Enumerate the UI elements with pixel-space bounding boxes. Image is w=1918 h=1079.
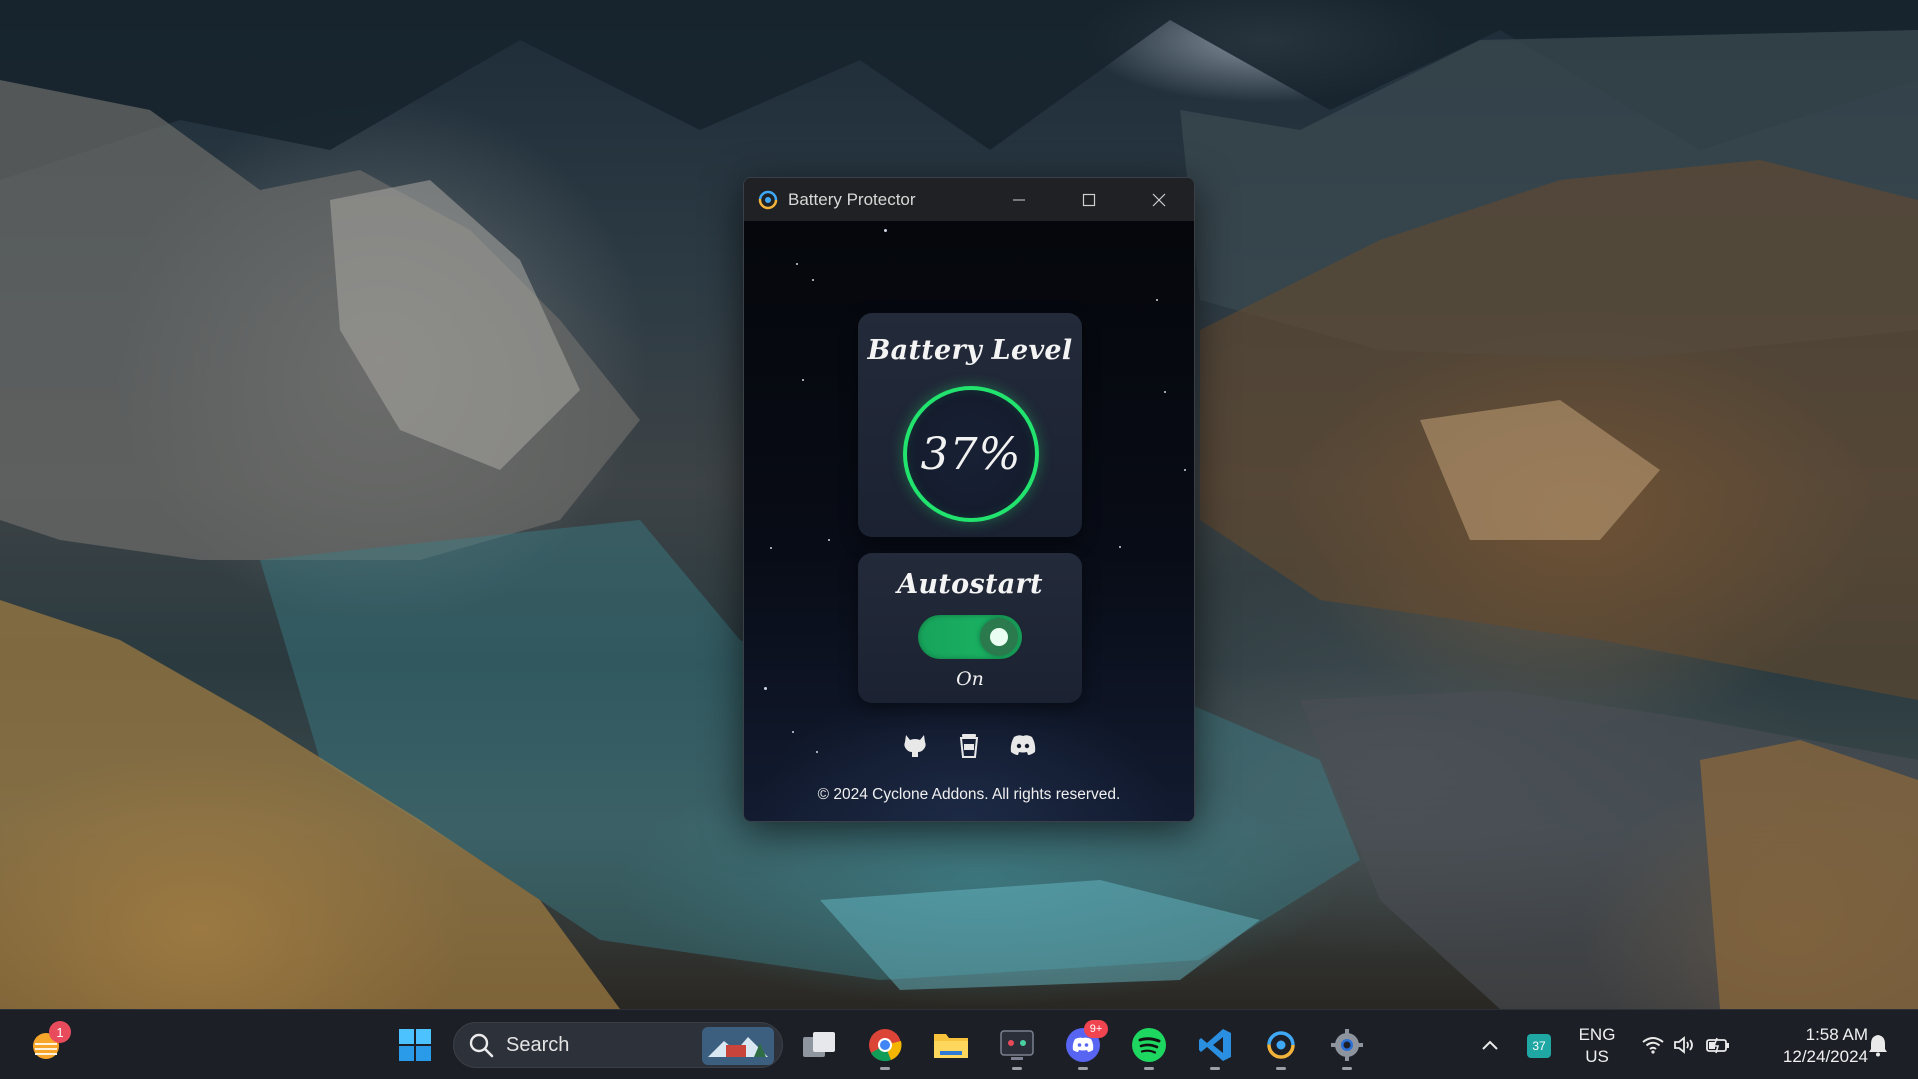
star-decoration (1164, 391, 1166, 393)
star-decoration (1156, 299, 1158, 301)
folder-icon (934, 1034, 968, 1058)
gear-icon (1331, 1029, 1363, 1061)
windows-logo-icon (399, 1029, 431, 1061)
coffee-cup-icon[interactable] (953, 729, 985, 761)
social-links (744, 729, 1194, 761)
app-content: Battery Level 37% Autostart On © 2024 Cy… (744, 221, 1194, 821)
volume-icon (1674, 1036, 1693, 1054)
spotify-icon (1132, 1028, 1166, 1062)
github-icon[interactable] (899, 729, 931, 761)
notifications-button[interactable] (1858, 1022, 1898, 1068)
bell-icon (1869, 1035, 1887, 1057)
autostart-toggle[interactable] (918, 615, 1022, 659)
battery-level-value: 37% (920, 428, 1022, 480)
taskbar: 1 Search 9+ 37 ENG US 1:58 AM 12/24/2024 (0, 1009, 1918, 1079)
battery-level-heading: Battery Level (867, 335, 1073, 366)
taskbar-app-battery-protector[interactable] (1258, 1022, 1304, 1070)
battery-protector-window: Battery Protector Battery Level 37% Auto… (743, 177, 1195, 822)
taskbar-search[interactable]: Search (453, 1022, 783, 1068)
minimize-button[interactable] (984, 178, 1054, 221)
show-hidden-icons-button[interactable] (1468, 1022, 1512, 1068)
maximize-icon (1082, 193, 1096, 206)
clock[interactable]: 1:58 AM 12/24/2024 (1748, 1024, 1868, 1068)
weather-badge: 1 (49, 1021, 71, 1043)
search-icon (469, 1033, 494, 1058)
star-decoration (884, 229, 887, 232)
language-indicator[interactable]: ENG US (1572, 1024, 1622, 1068)
task-view-icon (803, 1032, 835, 1057)
game-monitor-icon (1000, 1030, 1034, 1060)
taskbar-app-chrome[interactable] (862, 1022, 908, 1070)
autostart-heading: Autostart (897, 569, 1043, 600)
taskbar-app-game[interactable] (994, 1022, 1040, 1070)
quick-settings-button[interactable] (1636, 1022, 1736, 1068)
clock-date: 12/24/2024 (1782, 1047, 1868, 1066)
chevron-up-icon (1482, 1040, 1498, 1050)
tray-battery-app-icon[interactable]: 37 (1527, 1034, 1551, 1058)
window-controls (984, 178, 1194, 221)
taskbar-app-settings[interactable] (1324, 1022, 1370, 1070)
autostart-card: Autostart On (858, 553, 1082, 703)
battery-charging-icon (1706, 1037, 1729, 1054)
taskbar-app-file-explorer[interactable] (928, 1022, 974, 1068)
close-button[interactable] (1124, 178, 1194, 221)
app-logo-icon (758, 190, 778, 209)
search-highlight-icon (702, 1027, 774, 1065)
title-bar[interactable]: Battery Protector (744, 178, 1194, 221)
star-decoration (1119, 546, 1121, 548)
battery-level-gauge: 37% (903, 386, 1039, 522)
star-decoration (828, 539, 830, 541)
battery-level-card: Battery Level 37% (858, 313, 1082, 537)
battery-protector-icon (1267, 1031, 1295, 1059)
chrome-icon (869, 1029, 902, 1062)
window-title: Battery Protector (788, 189, 916, 209)
star-decoration (764, 687, 767, 690)
region-code: US (1585, 1047, 1609, 1066)
star-decoration (812, 279, 814, 281)
start-button[interactable] (392, 1022, 438, 1068)
star-decoration (770, 547, 772, 549)
wifi-icon (1642, 1037, 1664, 1054)
toggle-knob[interactable] (980, 618, 1018, 656)
task-view-button[interactable] (796, 1022, 842, 1068)
maximize-button[interactable] (1054, 178, 1124, 221)
autostart-state-label: On (956, 668, 984, 690)
minimize-icon (1013, 199, 1025, 200)
search-label: Search (506, 1033, 570, 1056)
star-decoration (1184, 469, 1186, 471)
discord-icon[interactable] (1007, 729, 1039, 761)
close-icon (1152, 193, 1166, 206)
taskbar-app-vscode[interactable] (1192, 1022, 1238, 1070)
star-decoration (802, 379, 804, 381)
star-decoration (796, 263, 798, 265)
taskbar-app-discord[interactable]: 9+ (1060, 1020, 1108, 1070)
copyright-text: © 2024 Cyclone Addons. All rights reserv… (817, 786, 1121, 803)
discord-notification-badge: 9+ (1084, 1020, 1108, 1038)
clock-time: 1:58 AM (1805, 1025, 1868, 1044)
language-code: ENG (1578, 1025, 1616, 1044)
vscode-icon (1199, 1029, 1231, 1061)
taskbar-app-spotify[interactable] (1126, 1022, 1172, 1070)
